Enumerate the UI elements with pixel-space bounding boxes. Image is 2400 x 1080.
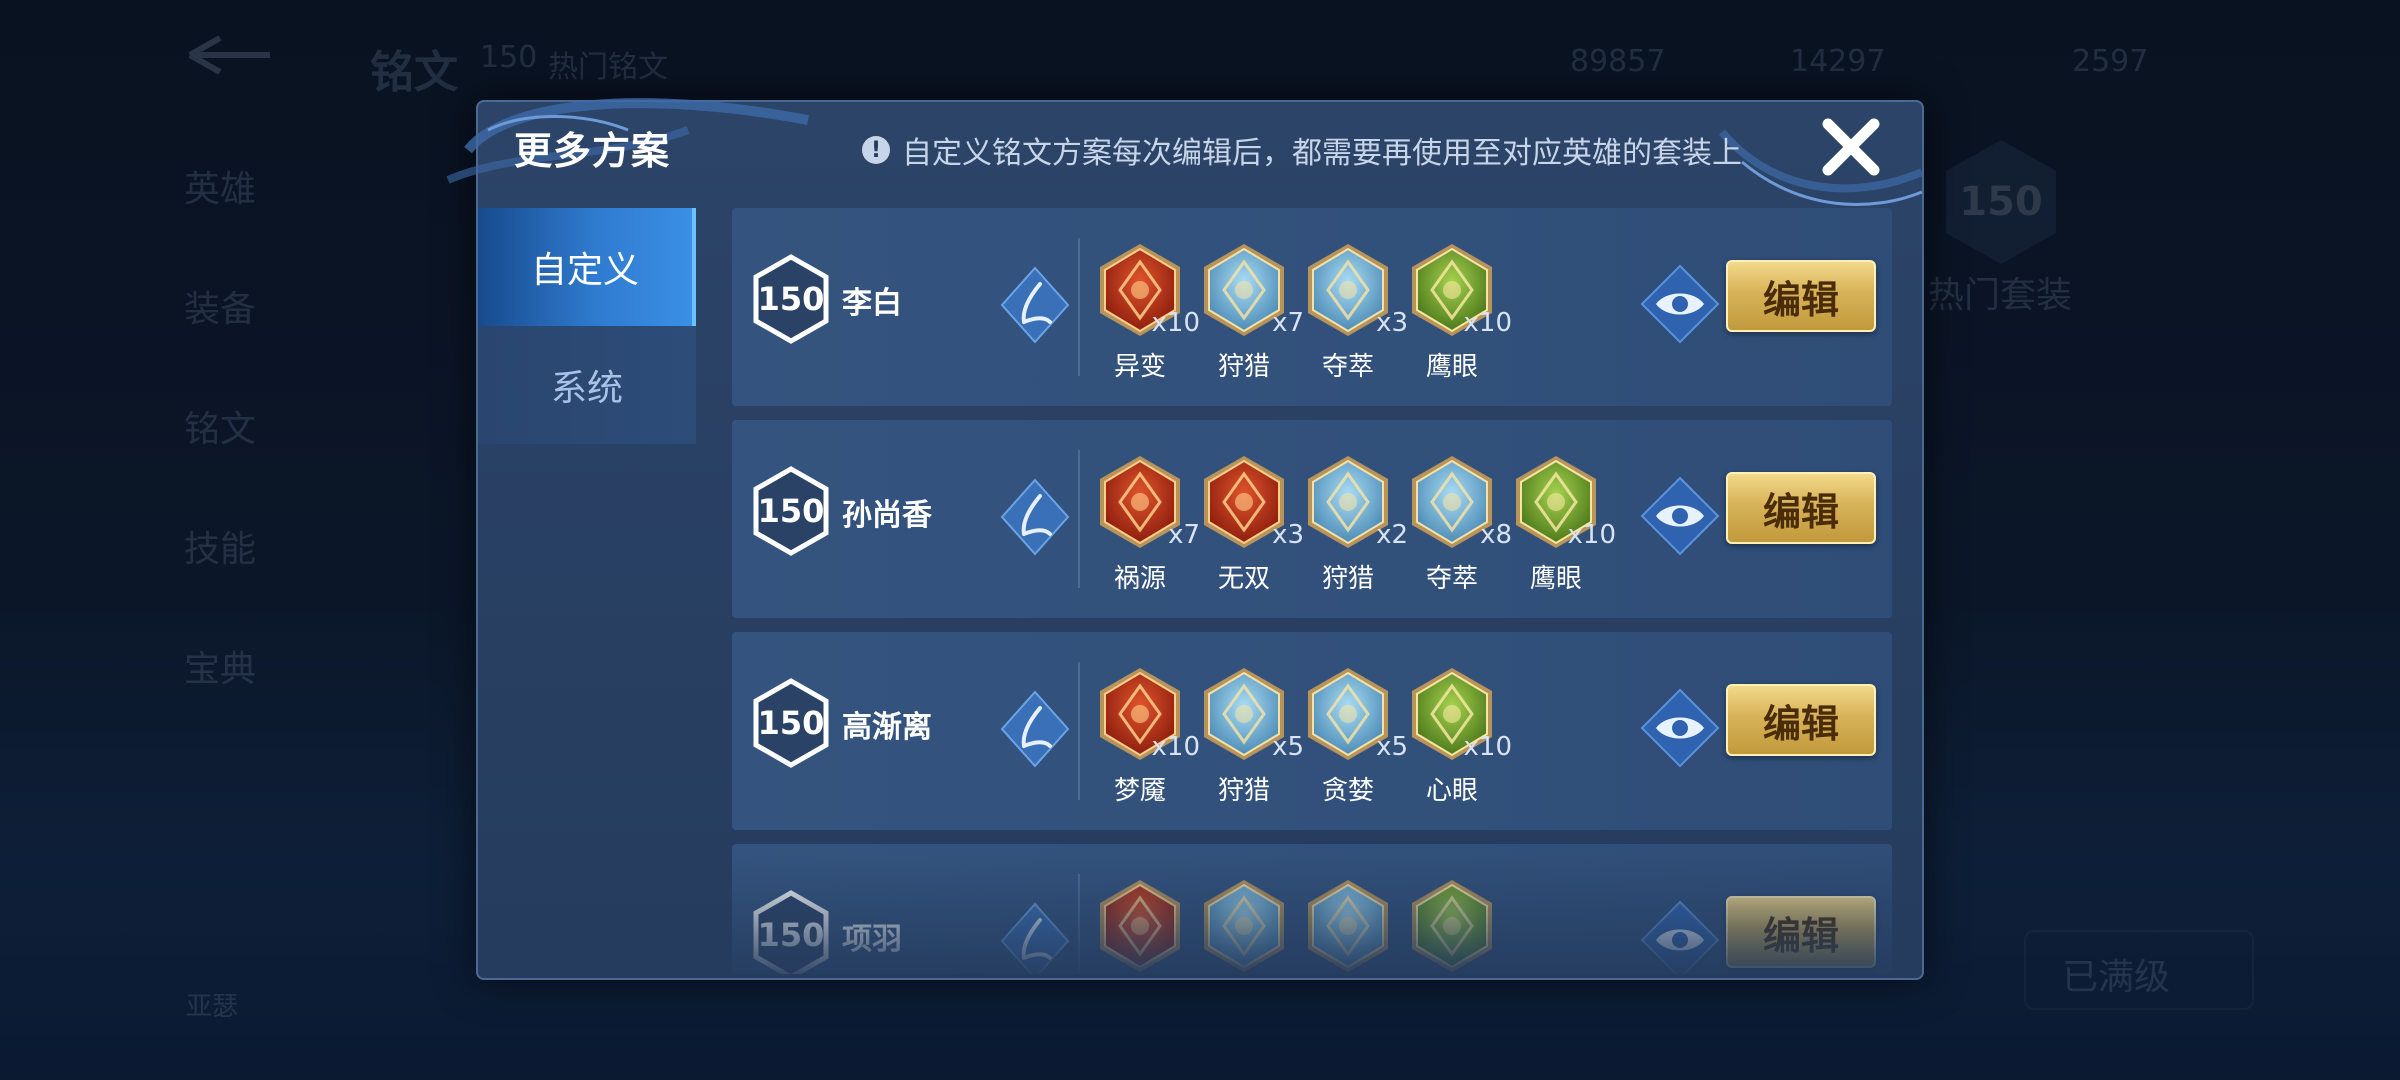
rune-item: x10 梦魇 <box>1098 666 1200 816</box>
level-value: 150 <box>757 916 825 954</box>
rune-name: 狩猎 <box>1217 352 1270 382</box>
rune-item: x3 夺萃 <box>1306 242 1408 392</box>
preview-eye-icon[interactable] <box>1640 264 1720 344</box>
quill-icon[interactable] <box>1000 266 1070 344</box>
info-icon: ! <box>862 136 890 164</box>
level-badge: 150 <box>752 890 830 974</box>
level-value: 150 <box>757 492 825 530</box>
level-badge: 150 <box>752 678 830 768</box>
hero-name: 高渐离 <box>842 710 932 745</box>
level-value: 150 <box>757 280 825 318</box>
row-divider <box>1078 874 1080 974</box>
rune-item: x2 狩猎 <box>1306 454 1408 604</box>
edit-button[interactable]: 编辑 <box>1726 260 1876 332</box>
notice-text: 自定义铭文方案每次编辑后，都需要再使用至对应英雄的套装上 <box>902 136 1742 171</box>
rune-item: x10 心眼 <box>1410 666 1512 816</box>
rune-quantity: x10 <box>1151 308 1200 338</box>
rune-name: 贪婪 <box>1321 776 1374 806</box>
rune-item <box>1202 878 1286 974</box>
rune-item: x7 狩猎 <box>1202 242 1304 392</box>
rune-quantity: x10 <box>1567 520 1616 550</box>
plan-row: 150 高渐离 x10 梦魇 x5 狩猎 x5 贪婪 x10 心眼 编辑 <box>732 632 1892 830</box>
rune-item: x5 贪婪 <box>1306 666 1408 816</box>
moon-rune-icon <box>1098 880 1182 974</box>
rune-item: x10 鹰眼 <box>1514 454 1616 604</box>
rune-name: 无双 <box>1217 564 1270 594</box>
row-divider <box>1078 238 1080 376</box>
rune-item <box>1410 878 1494 974</box>
quill-icon[interactable] <box>1000 902 1070 974</box>
rune-quantity: x2 <box>1376 520 1408 550</box>
rune-quantity: x5 <box>1376 732 1408 762</box>
row-divider <box>1078 662 1080 800</box>
rune-item <box>1306 878 1390 974</box>
rune-quantity: x10 <box>1463 308 1512 338</box>
water-rune-icon <box>1202 880 1286 974</box>
rune-name: 心眼 <box>1425 776 1478 806</box>
rune-name: 异变 <box>1113 352 1166 382</box>
rune-item: x10 异变 <box>1098 242 1200 392</box>
rune-set <box>1098 878 1494 974</box>
rune-quantity: x7 <box>1168 520 1200 550</box>
preview-eye-icon[interactable] <box>1640 476 1720 556</box>
plan-row: 150 李白 x10 异变 x7 狩猎 x3 夺萃 x10 鹰眼 编辑 <box>732 208 1892 406</box>
rune-quantity: x7 <box>1272 308 1304 338</box>
rune-quantity: x10 <box>1151 732 1200 762</box>
rune-name: 夺萃 <box>1425 564 1478 594</box>
rune-set: x10 梦魇 x5 狩猎 x5 贪婪 x10 心眼 <box>1098 666 1512 816</box>
rune-quantity: x3 <box>1272 520 1304 550</box>
rune-name: 鹰眼 <box>1425 352 1478 382</box>
tab-label: 自定义 <box>530 250 639 291</box>
more-plans-dialog: 更多方案 ! 自定义铭文方案每次编辑后，都需要再使用至对应英雄的套装上 自定义 … <box>446 98 1924 980</box>
preview-eye-icon[interactable] <box>1640 900 1720 974</box>
edit-button[interactable]: 编辑 <box>1726 684 1876 756</box>
hero-name: 项羽 <box>842 922 902 957</box>
clover-rune-icon <box>1410 880 1494 974</box>
level-value: 150 <box>757 704 825 742</box>
rune-quantity: x8 <box>1480 520 1512 550</box>
dialog-title: 更多方案 <box>514 129 671 173</box>
edit-button[interactable]: 编辑 <box>1726 896 1876 968</box>
level-badge: 150 <box>752 254 830 344</box>
rune-name: 梦魇 <box>1113 776 1166 806</box>
rune-quantity: x3 <box>1376 308 1408 338</box>
plan-row: 150 项羽 编辑 <box>732 844 1892 974</box>
rune-set: x10 异变 x7 狩猎 x3 夺萃 x10 鹰眼 <box>1098 242 1512 392</box>
close-button[interactable] <box>1816 112 1886 182</box>
edit-button[interactable]: 编辑 <box>1726 472 1876 544</box>
level-badge: 150 <box>752 466 830 556</box>
plan-list[interactable]: 150 李白 x10 异变 x7 狩猎 x3 夺萃 x10 鹰眼 编辑 150 … <box>732 208 1892 974</box>
rune-item: x5 狩猎 <box>1202 666 1304 816</box>
rune-item: x3 无双 <box>1202 454 1304 604</box>
plan-tabs: 自定义 系统 <box>478 208 696 968</box>
rune-item: x8 夺萃 <box>1410 454 1512 604</box>
rune-item: x10 鹰眼 <box>1410 242 1512 392</box>
notice: ! 自定义铭文方案每次编辑后，都需要再使用至对应英雄的套装上 <box>862 128 1742 172</box>
rune-name: 夺萃 <box>1321 352 1374 382</box>
preview-eye-icon[interactable] <box>1640 688 1720 768</box>
tab-custom[interactable]: 自定义 <box>478 208 696 326</box>
tab-label: 系统 <box>550 368 623 409</box>
quill-icon[interactable] <box>1000 478 1070 556</box>
hero-name: 李白 <box>842 286 902 321</box>
rune-name: 鹰眼 <box>1529 564 1582 594</box>
rune-item: x7 祸源 <box>1098 454 1200 604</box>
rune-quantity: x10 <box>1463 732 1512 762</box>
hunt-rune-icon <box>1306 880 1390 974</box>
rune-name: 狩猎 <box>1217 776 1270 806</box>
rune-name: 祸源 <box>1113 564 1166 594</box>
rune-name: 狩猎 <box>1321 564 1374 594</box>
rune-quantity: x5 <box>1272 732 1304 762</box>
tab-system[interactable]: 系统 <box>478 326 696 444</box>
rune-set: x7 祸源 x3 无双 x2 狩猎 x8 夺萃 x10 鹰眼 <box>1098 454 1616 604</box>
row-divider <box>1078 450 1080 588</box>
plan-row: 150 孙尚香 x7 祸源 x3 无双 x2 狩猎 x8 夺萃 x10 鹰眼 编… <box>732 420 1892 618</box>
rune-item <box>1098 878 1182 974</box>
quill-icon[interactable] <box>1000 690 1070 768</box>
hero-name: 孙尚香 <box>842 498 932 533</box>
